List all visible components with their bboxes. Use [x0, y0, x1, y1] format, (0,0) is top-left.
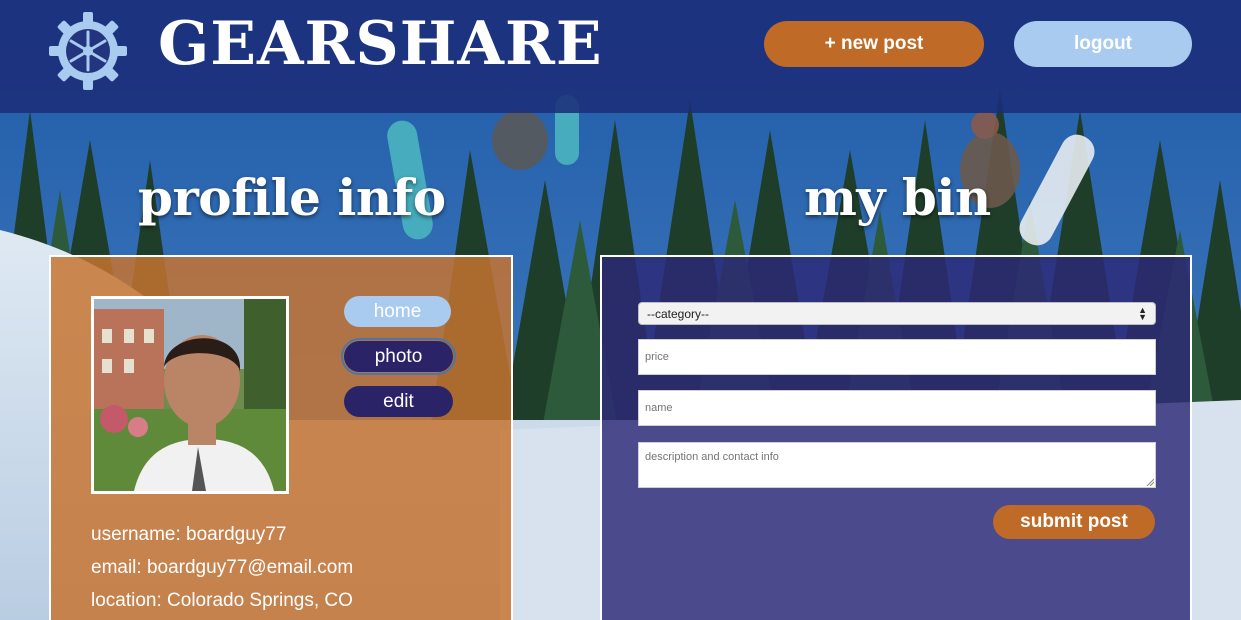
top-navbar: GEARSHARE + new post logout — [0, 0, 1241, 113]
email-text: email: boardguy77@email.com — [91, 557, 354, 578]
gear-snowflake-icon[interactable] — [47, 10, 129, 92]
submit-post-button[interactable]: submit post — [993, 505, 1155, 539]
edit-button[interactable]: edit — [344, 386, 453, 417]
new-post-button[interactable]: + new post — [764, 21, 984, 67]
price-placeholder: price — [645, 351, 669, 363]
select-arrows-icon: ▲ ▼ — [1138, 304, 1147, 322]
my-bin-heading: my bin — [804, 168, 991, 227]
profile-panel: home photo edit username: boardguy77 ema… — [49, 255, 513, 620]
description-placeholder: description and contact info — [645, 451, 779, 463]
photo-button[interactable]: photo — [341, 338, 456, 375]
location-text: location: Colorado Springs, CO — [91, 590, 353, 611]
resize-grip-icon[interactable] — [1146, 478, 1154, 486]
category-select[interactable]: --category-- ▲ ▼ — [638, 302, 1156, 325]
category-selected-value: --category-- — [647, 306, 710, 321]
profile-info-heading: profile info — [138, 168, 446, 227]
name-input[interactable]: name — [638, 390, 1156, 426]
description-textarea[interactable]: description and contact info — [638, 442, 1156, 488]
logout-button[interactable]: logout — [1014, 21, 1192, 67]
brand-title[interactable]: GEARSHARE — [158, 8, 603, 80]
my-bin-panel: --category-- ▲ ▼ price name description a… — [600, 255, 1192, 620]
price-input[interactable]: price — [638, 339, 1156, 375]
username-text: username: boardguy77 — [91, 524, 287, 545]
avatar — [91, 296, 289, 494]
home-button[interactable]: home — [344, 296, 451, 327]
name-placeholder: name — [645, 402, 673, 414]
